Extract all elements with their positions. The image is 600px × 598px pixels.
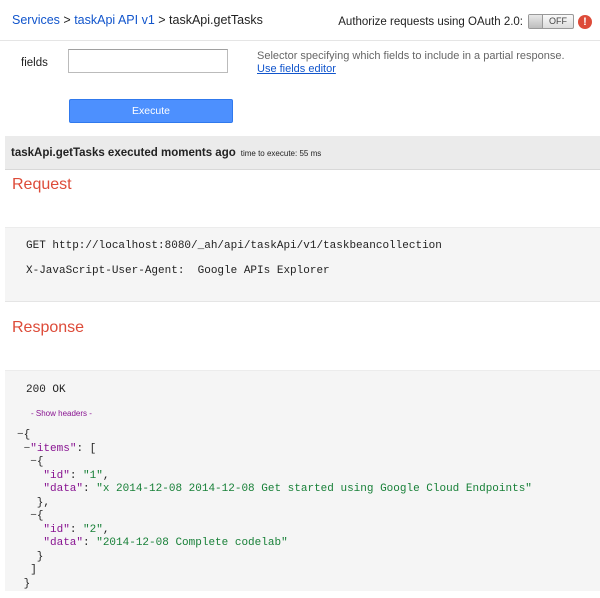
- request-header: X-JavaScript-User-Agent: Google APIs Exp…: [26, 265, 330, 277]
- result-summary: taskApi.getTasks executed moments ago tim…: [11, 147, 321, 159]
- collapse-toggle[interactable]: −: [30, 510, 37, 522]
- response-json: −{ −"items": [ −{ "id": "1", "data": "x …: [17, 429, 532, 590]
- item-data: x 2014-12-08 2014-12-08 Get started usin…: [102, 483, 526, 495]
- fields-description: Selector specifying which fields to incl…: [257, 50, 565, 76]
- response-title: Response: [12, 319, 85, 336]
- item-id: 2: [89, 523, 97, 536]
- result-summary-text: taskApi.getTasks executed moments ago: [11, 147, 236, 159]
- collapse-toggle[interactable]: −: [30, 456, 37, 468]
- fields-input[interactable]: [68, 49, 228, 73]
- collapse-toggle[interactable]: −: [17, 429, 24, 441]
- execute-button[interactable]: Execute: [69, 99, 233, 123]
- request-box: GET http://localhost:8080/_ah/api/taskAp…: [5, 227, 600, 302]
- toggle-state: OFF: [549, 16, 567, 26]
- breadcrumb-separator: >: [59, 13, 75, 27]
- request-title: Request: [12, 176, 72, 193]
- request-line: GET http://localhost:8080/_ah/api/taskAp…: [26, 240, 442, 252]
- oauth-control: Authorize requests using OAuth 2.0: OFF …: [338, 14, 592, 29]
- breadcrumb: Services > taskApi API v1 > taskApi.getT…: [12, 13, 263, 27]
- oauth-label: Authorize requests using OAuth 2.0:: [338, 15, 523, 28]
- item-id: 1: [89, 469, 97, 482]
- oauth-toggle[interactable]: OFF: [528, 14, 574, 29]
- top-bar: Services > taskApi API v1 > taskApi.getT…: [0, 0, 600, 41]
- item-data: 2014-12-08 Complete codelab: [102, 537, 282, 549]
- fields-description-text: Selector specifying which fields to incl…: [257, 50, 565, 62]
- show-headers-link[interactable]: - Show headers -: [31, 409, 92, 418]
- warning-icon: !: [578, 14, 592, 29]
- breadcrumb-services-link[interactable]: Services: [12, 13, 60, 27]
- response-box: 200 OK - Show headers - −{ −"items": [ −…: [5, 370, 600, 591]
- fields-editor-link[interactable]: Use fields editor: [257, 63, 565, 76]
- breadcrumb-api-link[interactable]: taskApi API v1: [74, 13, 155, 27]
- toggle-knob: [529, 15, 543, 28]
- breadcrumb-separator: >: [154, 13, 170, 27]
- breadcrumb-method: taskApi.getTasks: [169, 13, 263, 27]
- fields-label: fields: [21, 57, 48, 69]
- response-status: 200 OK: [26, 384, 66, 396]
- result-status-bar: taskApi.getTasks executed moments ago tim…: [5, 136, 600, 170]
- execution-time: time to execute: 55 ms: [240, 149, 322, 158]
